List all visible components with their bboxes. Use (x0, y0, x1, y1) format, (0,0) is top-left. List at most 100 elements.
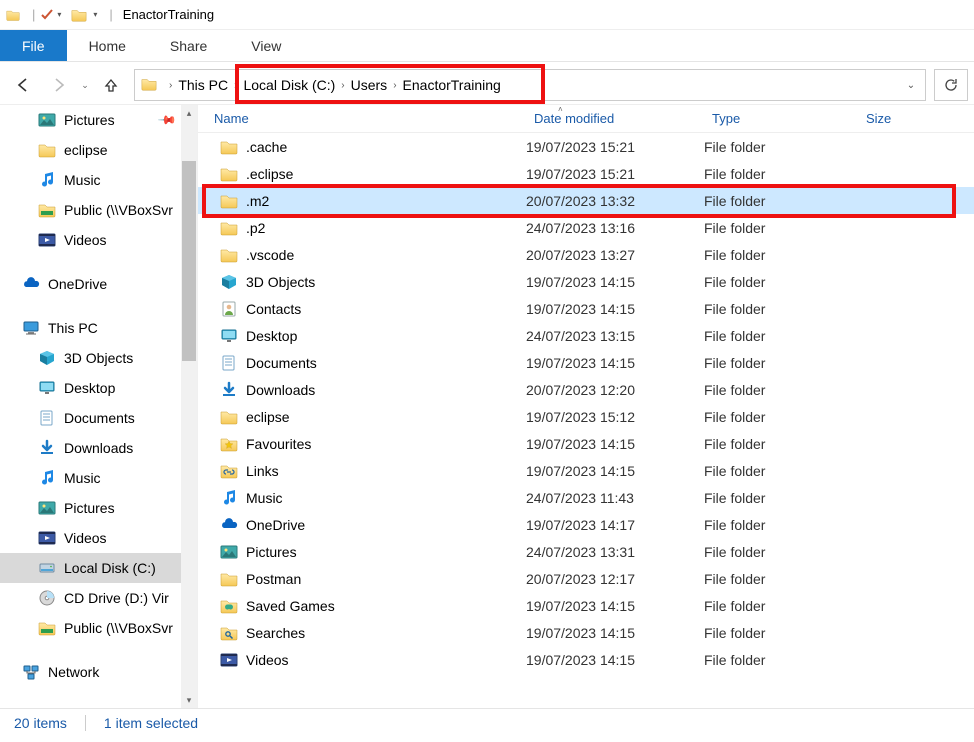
file-row[interactable]: Videos19/07/2023 14:15File folder (198, 646, 974, 673)
file-row[interactable]: Documents19/07/2023 14:15File folder (198, 349, 974, 376)
downloads-icon (38, 439, 56, 457)
chevron-right-icon[interactable]: › (341, 80, 344, 91)
music-icon (38, 171, 56, 189)
file-name: Favourites (246, 436, 311, 452)
file-row[interactable]: eclipse19/07/2023 15:12File folder (198, 403, 974, 430)
chevron-right-icon[interactable]: › (234, 80, 237, 91)
file-row[interactable]: Postman20/07/2023 12:17File folder (198, 565, 974, 592)
scroll-thumb[interactable] (182, 161, 196, 361)
scroll-up-icon[interactable]: ▴ (181, 105, 197, 121)
3dobjects-icon (220, 273, 238, 291)
address-folder-icon (139, 76, 161, 94)
disk-icon (38, 559, 56, 577)
file-type: File folder (704, 247, 858, 263)
breadcrumb-part-0[interactable]: Local Disk (C:) (243, 77, 335, 93)
column-header-date[interactable]: Date modified (526, 105, 704, 132)
nav-item-this-pc[interactable]: This PC (0, 313, 197, 343)
scroll-down-icon[interactable]: ▾ (181, 692, 197, 708)
file-list-pane: ˄ Name Date modified Type Size .cache19/… (198, 105, 974, 708)
nav-item-label: Videos (64, 232, 107, 248)
file-row[interactable]: 3D Objects19/07/2023 14:15File folder (198, 268, 974, 295)
nav-item-music[interactable]: Music (0, 463, 197, 493)
navigation-pane: Pictures📌eclipseMusicPublic (\\VBoxSvrVi… (0, 105, 198, 708)
file-row[interactable]: OneDrive19/07/2023 14:17File folder (198, 511, 974, 538)
nav-item-eclipse[interactable]: eclipse (0, 135, 197, 165)
nav-item-local-disk-c-[interactable]: Local Disk (C:) (0, 553, 197, 583)
file-row[interactable]: Links19/07/2023 14:15File folder (198, 457, 974, 484)
file-type: File folder (704, 517, 858, 533)
file-name: .cache (246, 139, 287, 155)
nav-item-downloads[interactable]: Downloads (0, 433, 197, 463)
qat-customize-icon[interactable]: ▾ (93, 10, 103, 19)
file-name: Saved Games (246, 598, 335, 614)
file-name: .vscode (246, 247, 294, 263)
folder-icon (220, 219, 238, 237)
column-header-size[interactable]: Size (858, 105, 938, 132)
column-header-type[interactable]: Type (704, 105, 858, 132)
nav-item-music[interactable]: Music (0, 165, 197, 195)
ribbon-tab-view[interactable]: View (229, 30, 303, 61)
nav-item-videos[interactable]: Videos (0, 225, 197, 255)
file-row[interactable]: Pictures24/07/2023 13:31File folder (198, 538, 974, 565)
file-name: .p2 (246, 220, 265, 236)
ribbon-tab-share[interactable]: Share (148, 30, 229, 61)
nav-item-network[interactable]: Network (0, 657, 197, 687)
refresh-button[interactable] (934, 69, 968, 101)
file-row[interactable]: Downloads20/07/2023 12:20File folder (198, 376, 974, 403)
title-sep: | (32, 7, 35, 22)
file-type: File folder (704, 328, 858, 344)
file-row[interactable]: .eclipse19/07/2023 15:21File folder (198, 160, 974, 187)
recent-locations-dropdown[interactable]: ⌄ (78, 70, 92, 100)
folder-icon (220, 165, 238, 183)
nav-item-label: Videos (64, 530, 107, 546)
breadcrumb-part-2[interactable]: EnactorTraining (403, 77, 501, 93)
nav-item-public-vboxsvr[interactable]: Public (\\VBoxSvr (0, 613, 197, 643)
address-history-dropdown[interactable]: ⌄ (901, 80, 921, 91)
file-row[interactable]: Contacts19/07/2023 14:15File folder (198, 295, 974, 322)
file-type: File folder (704, 598, 858, 614)
file-date: 20/07/2023 13:32 (526, 193, 704, 209)
file-row[interactable]: .p224/07/2023 13:16File folder (198, 214, 974, 241)
address-bar[interactable]: › This PC › Local Disk (C:) › Users › En… (134, 69, 926, 101)
file-row[interactable]: .vscode20/07/2023 13:27File folder (198, 241, 974, 268)
nav-item-desktop[interactable]: Desktop (0, 373, 197, 403)
breadcrumb-part-1[interactable]: Users (351, 77, 388, 93)
file-type: File folder (704, 382, 858, 398)
nav-item-cd-drive-d-vir[interactable]: CD Drive (D:) Vir (0, 583, 197, 613)
network-icon (22, 663, 40, 681)
nav-item-onedrive[interactable]: OneDrive (0, 269, 197, 299)
file-row[interactable]: Music24/07/2023 11:43File folder (198, 484, 974, 511)
file-row[interactable]: .m220/07/2023 13:32File folder (198, 187, 974, 214)
ribbon-tab-home[interactable]: Home (67, 30, 148, 61)
nav-item-label: Pictures (64, 500, 115, 516)
nav-item-3d-objects[interactable]: 3D Objects (0, 343, 197, 373)
folder-icon (220, 138, 238, 156)
file-row[interactable]: Favourites19/07/2023 14:15File folder (198, 430, 974, 457)
chevron-right-icon[interactable]: › (393, 80, 396, 91)
nav-item-pictures[interactable]: Pictures (0, 493, 197, 523)
nav-item-pictures[interactable]: Pictures📌 (0, 105, 197, 135)
file-row[interactable]: Saved Games19/07/2023 14:15File folder (198, 592, 974, 619)
forward-button[interactable] (42, 70, 76, 100)
file-row[interactable]: Searches19/07/2023 14:15File folder (198, 619, 974, 646)
pin-icon: 📌 (157, 110, 177, 130)
pictures-icon (38, 499, 56, 517)
chevron-right-icon[interactable]: › (169, 80, 172, 91)
file-row[interactable]: .cache19/07/2023 15:21File folder (198, 133, 974, 160)
nav-item-public-vboxsvr[interactable]: Public (\\VBoxSvr (0, 195, 197, 225)
file-date: 19/07/2023 14:15 (526, 274, 704, 290)
column-header-name[interactable]: Name (198, 105, 526, 132)
file-row[interactable]: Desktop24/07/2023 13:15File folder (198, 322, 974, 349)
ribbon-tab-file[interactable]: File (0, 30, 67, 61)
nav-item-label: Music (64, 172, 101, 188)
breadcrumb-root[interactable]: This PC (178, 77, 228, 93)
nav-item-label: Network (48, 664, 99, 680)
back-button[interactable] (6, 70, 40, 100)
nav-item-videos[interactable]: Videos (0, 523, 197, 553)
status-separator (85, 715, 86, 731)
qat-properties-icon[interactable] (39, 7, 55, 23)
qat-dropdown-icon[interactable]: ▾ (57, 10, 67, 19)
up-button[interactable] (94, 70, 128, 100)
nav-item-documents[interactable]: Documents (0, 403, 197, 433)
navpane-scrollbar[interactable]: ▴ ▾ (181, 105, 197, 708)
